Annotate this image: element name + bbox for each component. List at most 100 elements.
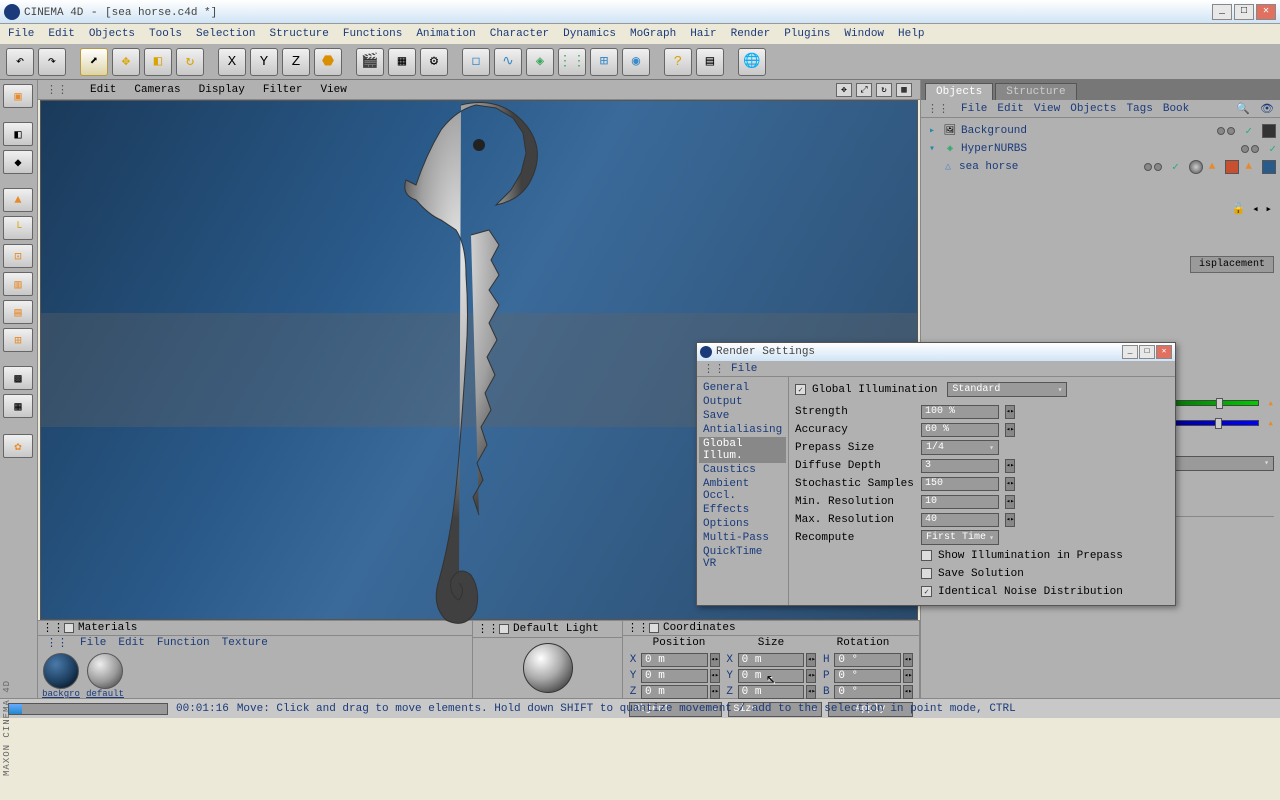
size-y-field[interactable]: 0 m [738,669,805,683]
redo-button[interactable]: ↷ [38,48,66,76]
lock-icon[interactable]: 🔓 [1232,204,1246,216]
objmenu-edit[interactable]: Edit [997,103,1023,115]
menu-objects[interactable]: Objects [89,28,135,40]
light-preview[interactable] [473,638,622,698]
spinner[interactable]: ◂▸ [1005,477,1015,491]
structure-tab[interactable]: Structure [995,83,1076,100]
pos-x-field[interactable]: 0 m [641,653,708,667]
menu-mograph[interactable]: MoGraph [630,28,676,40]
stochastic-field[interactable]: 150 [921,477,999,491]
rs-options[interactable]: Options [699,517,786,531]
drag-handle-icon[interactable]: ⋮⋮ [927,102,949,116]
tag-icon[interactable]: ▲ [1209,161,1216,173]
move-tool[interactable]: ✥ [112,48,140,76]
object-row-background[interactable]: ▸🖼Background✓ [925,122,1276,140]
material-slot[interactable]: backgro [41,653,81,699]
rs-output[interactable]: Output [699,395,786,409]
select-tool[interactable]: ⬈ [80,48,108,76]
checkbox[interactable] [64,623,74,633]
view-display-menu[interactable]: Display [199,84,245,96]
help-button[interactable]: ? [664,48,692,76]
spinner[interactable]: ◂▸ [903,685,913,699]
rs-multipass[interactable]: Multi-Pass [699,531,786,545]
spinner[interactable]: ◂▸ [710,653,720,667]
dialog-maximize-button[interactable]: □ [1139,345,1155,359]
spinner[interactable]: ◂▸ [1005,495,1015,509]
coord-axes-button[interactable]: └ [3,216,33,240]
axis-x-button[interactable]: X [218,48,246,76]
view-layout-icon[interactable]: ▦ [896,83,912,97]
rs-general[interactable]: General [699,381,786,395]
tag-icon[interactable] [1225,160,1239,174]
dialog-titlebar[interactable]: Render Settings _ □ ✕ [697,343,1175,361]
menu-help[interactable]: Help [898,28,924,40]
hierarchy-mode-button[interactable]: ⊞ [3,328,33,352]
minres-field[interactable]: 10 [921,495,999,509]
rot-h-field[interactable]: 0 ° [834,653,901,667]
view-view-menu[interactable]: View [320,84,346,96]
prev-icon[interactable]: ◂ [1252,204,1259,216]
spinner[interactable]: ◂▸ [710,669,720,683]
object-mode-button[interactable]: ◆ [3,150,33,174]
array-button[interactable]: ⋮⋮ [558,48,586,76]
menu-character[interactable]: Character [490,28,549,40]
checkbox[interactable] [649,623,659,633]
search-icon[interactable]: 🔍 [1236,102,1250,116]
objects-tab[interactable]: Objects [925,83,993,100]
materials-file-menu[interactable]: File [80,637,106,649]
scene-button[interactable]: ◉ [622,48,650,76]
save-solution-checkbox[interactable] [921,568,932,579]
view-rotate-icon[interactable]: ↻ [876,83,892,97]
rs-caustics[interactable]: Caustics [699,463,786,477]
show-illum-checkbox[interactable] [921,550,932,561]
spinner[interactable]: ◂▸ [806,685,816,699]
materials-texture-menu[interactable]: Texture [222,637,268,649]
eye-icon[interactable]: 👁 [1260,102,1274,116]
rotate-tool[interactable]: ↻ [176,48,204,76]
minimize-button[interactable]: _ [1212,4,1232,20]
slider-max-icon[interactable]: ▴ [1267,416,1274,430]
gi-enable-checkbox[interactable] [795,384,806,395]
nurbs-button[interactable]: ◈ [526,48,554,76]
drag-handle-icon[interactable]: ⋮⋮ [46,636,68,650]
menu-tools[interactable]: Tools [149,28,182,40]
pos-y-field[interactable]: 0 m [641,669,708,683]
objmenu-tags[interactable]: Tags [1126,103,1152,115]
spinner[interactable]: ◂▸ [806,653,816,667]
spinner[interactable]: ◂▸ [903,669,913,683]
object-row-seahorse[interactable]: △sea horse✓ ▲ ▲ [925,158,1276,176]
menu-hair[interactable]: Hair [690,28,716,40]
polygons-mode-button[interactable]: ▤ [3,300,33,324]
render-region-button[interactable]: ▦ [388,48,416,76]
objmenu-book[interactable]: Book [1163,103,1189,115]
menu-window[interactable]: Window [844,28,884,40]
uv-mode-button[interactable]: ▦ [3,394,33,418]
scale-tool[interactable]: ◧ [144,48,172,76]
menu-functions[interactable]: Functions [343,28,402,40]
menu-structure[interactable]: Structure [269,28,328,40]
tag-icon[interactable] [1189,160,1203,174]
rs-file-menu[interactable]: File [731,363,757,375]
texture-mode-button[interactable]: ▩ [3,366,33,390]
axis-z-button[interactable]: Z [282,48,310,76]
tag-icon[interactable] [1262,160,1276,174]
size-z-field[interactable]: 0 m [738,685,805,699]
axis-mode-button[interactable]: ▲ [3,188,33,212]
web-button[interactable]: 🌐 [738,48,766,76]
objmenu-file[interactable]: File [961,103,987,115]
view-zoom-icon[interactable]: ⤢ [856,83,872,97]
close-button[interactable]: ✕ [1256,4,1276,20]
diffuse-depth-field[interactable]: 3 [921,459,999,473]
points-mode-button[interactable]: ⊡ [3,244,33,268]
spline-button[interactable]: ∿ [494,48,522,76]
axis-y-button[interactable]: Y [250,48,278,76]
menu-file[interactable]: File [8,28,34,40]
spinner[interactable]: ◂▸ [1005,423,1015,437]
spinner[interactable]: ◂▸ [710,685,720,699]
slider-max-icon[interactable]: ▴ [1267,396,1274,410]
content-browser-button[interactable]: ▤ [696,48,724,76]
make-editable-button[interactable]: ▣ [3,84,33,108]
cube-primitive-button[interactable]: ◻ [462,48,490,76]
edges-mode-button[interactable]: ▥ [3,272,33,296]
view-filter-menu[interactable]: Filter [263,84,303,96]
